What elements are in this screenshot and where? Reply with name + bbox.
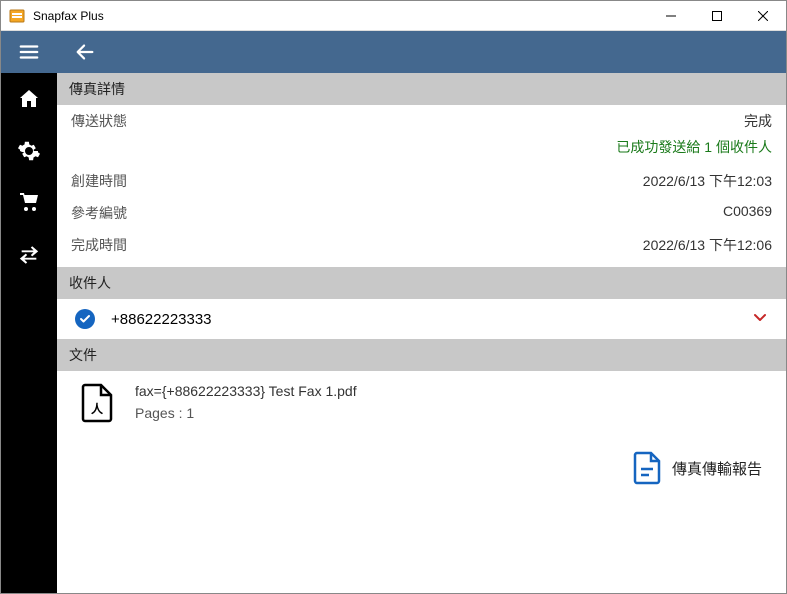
section-documents: 文件 xyxy=(57,339,786,371)
status-value: 完成 xyxy=(744,111,772,131)
row-completed: 完成時間 2022/6/13 下午12:06 xyxy=(57,229,786,261)
success-message: 已成功發送給 1 個收件人 xyxy=(57,137,786,165)
top-toolbar xyxy=(1,31,786,73)
file-item: 人 fax={+88622223333} Test Fax 1.pdf Page… xyxy=(57,371,786,435)
report-icon xyxy=(632,451,662,485)
recipient-item[interactable]: +88622223333 xyxy=(57,299,786,339)
main-area: 傳真詳情 傳送狀態 完成 已成功發送給 1 個收件人 創建時間 2022/6/1… xyxy=(1,73,786,593)
maximize-button[interactable] xyxy=(694,1,740,31)
sidebar-item-transfer[interactable] xyxy=(17,243,41,267)
status-label: 傳送狀態 xyxy=(71,111,127,131)
app-icon xyxy=(9,8,25,24)
report-button[interactable]: 傳真傳輸報告 xyxy=(57,435,786,501)
titlebar: Snapfax Plus xyxy=(1,1,786,31)
menu-button[interactable] xyxy=(1,31,57,73)
file-name: fax={+88622223333} Test Fax 1.pdf xyxy=(135,383,357,399)
ref-label: 參考編號 xyxy=(71,203,127,223)
back-button[interactable] xyxy=(57,31,113,73)
created-value: 2022/6/13 下午12:03 xyxy=(643,171,772,191)
sidebar-item-home[interactable] xyxy=(17,87,41,111)
check-circle-icon xyxy=(75,309,95,329)
window-title: Snapfax Plus xyxy=(33,9,104,23)
pdf-file-icon: 人 xyxy=(79,383,115,423)
sidebar-item-settings[interactable] xyxy=(17,139,41,163)
sidebar-item-cart[interactable] xyxy=(17,191,41,215)
completed-value: 2022/6/13 下午12:06 xyxy=(643,235,772,255)
report-label: 傳真傳輸報告 xyxy=(672,458,762,479)
content-panel: 傳真詳情 傳送狀態 完成 已成功發送給 1 個收件人 創建時間 2022/6/1… xyxy=(57,73,786,593)
close-button[interactable] xyxy=(740,1,786,31)
row-reference: 參考編號 C00369 xyxy=(57,197,786,229)
row-created: 創建時間 2022/6/13 下午12:03 xyxy=(57,165,786,197)
recipient-number: +88622223333 xyxy=(111,311,212,328)
row-status: 傳送狀態 完成 xyxy=(57,105,786,137)
chevron-down-icon xyxy=(752,309,768,329)
created-label: 創建時間 xyxy=(71,171,127,191)
sidebar xyxy=(1,73,57,593)
section-fax-details: 傳真詳情 xyxy=(57,73,786,105)
minimize-button[interactable] xyxy=(648,1,694,31)
ref-value: C00369 xyxy=(723,203,772,223)
section-recipients: 收件人 xyxy=(57,267,786,299)
completed-label: 完成時間 xyxy=(71,235,127,255)
svg-text:人: 人 xyxy=(91,401,104,416)
file-pages: Pages : 1 xyxy=(135,405,357,421)
